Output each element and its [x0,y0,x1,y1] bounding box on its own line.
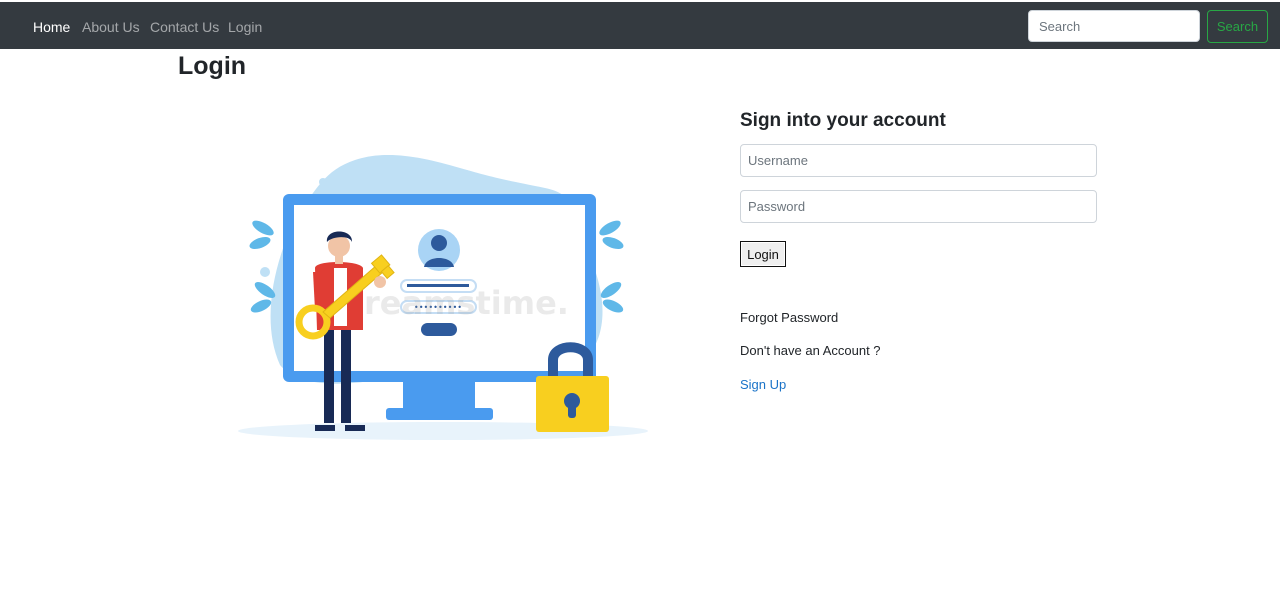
watermark: dreamstime. [341,284,569,322]
nav-item-contact-us[interactable]: Contact Us [150,18,219,36]
search-button[interactable]: Search [1207,10,1268,43]
page-title: Login [178,52,247,80]
no-account-text: Don't have an Account ? [740,343,881,358]
sign-up-link[interactable]: Sign Up [740,377,786,393]
forgot-password-link[interactable]: Forgot Password [740,310,838,326]
login-pill-icon [421,323,457,336]
nav-item-about-us[interactable]: About Us [82,18,140,36]
login-button[interactable]: Login [740,241,786,267]
blob-dot [260,267,270,277]
monitor-neck [403,382,475,412]
nav-item-login[interactable]: Login [228,18,262,36]
search-input[interactable] [1028,10,1200,42]
top-navbar: Home About Us Contact Us Login Search [0,2,1280,49]
nav-item-home[interactable]: Home [33,18,70,36]
password-field[interactable] [740,190,1097,223]
blob-dot [319,178,327,186]
username-field[interactable] [740,144,1097,177]
hand [374,276,386,288]
monitor-stand [386,408,493,420]
login-illustration: •••••••••• dreamstime. [238,154,648,440]
form-heading: Sign into your account [740,110,946,131]
